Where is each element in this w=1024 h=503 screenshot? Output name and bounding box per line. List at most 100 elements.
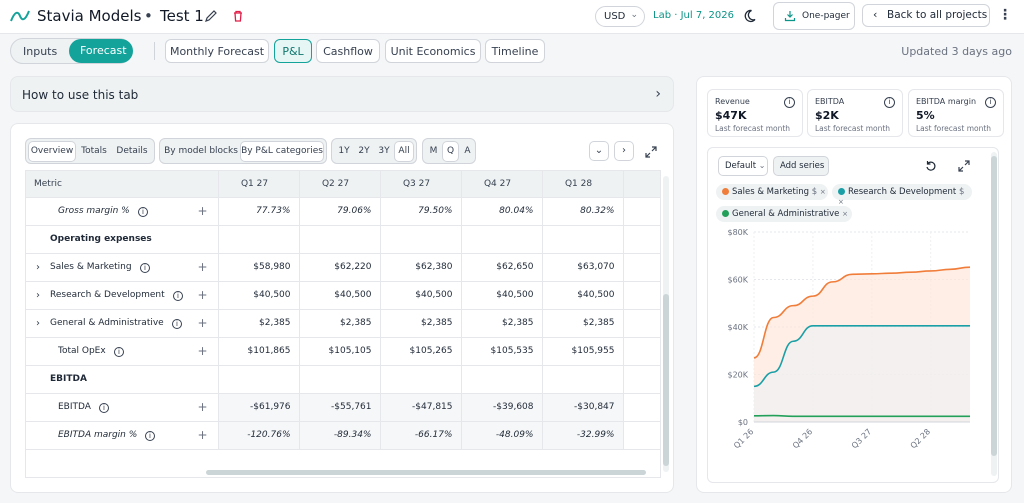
range-toggle: 1Y 2Y 3Y All <box>331 138 417 164</box>
remove-x-icon[interactable]: × <box>820 188 826 196</box>
view-details-button[interactable]: Details <box>113 142 151 161</box>
currency-select[interactable]: USD ⌄ <box>595 6 645 27</box>
add-row-plus-icon[interactable]: + <box>197 344 207 358</box>
info-icon[interactable]: i <box>172 318 182 329</box>
expand-row-chevron-icon[interactable]: › <box>36 290 40 301</box>
group-pnl-categories-button[interactable]: By P&L categories <box>241 142 323 161</box>
kpi-revenue: Revenue $47K Last forecast month i <box>707 89 803 137</box>
view-toggle: Overview Totals Details <box>25 138 155 164</box>
period-m-button[interactable]: M <box>426 142 441 161</box>
scroll-right-button[interactable]: › <box>614 141 634 161</box>
preset-value: Default <box>725 161 757 171</box>
period-a-button[interactable]: A <box>460 142 475 161</box>
chart-vertical-scrollbar[interactable] <box>991 152 997 476</box>
series-chip-sales-marketing[interactable]: Sales & Marketing $ × <box>716 184 828 200</box>
summary-card: Revenue $47K Last forecast month i EBITD… <box>696 76 1012 493</box>
expand-row-chevron-icon[interactable]: › <box>36 318 40 329</box>
reset-icon[interactable] <box>925 160 937 172</box>
range-3y-button[interactable]: 3Y <box>375 142 393 161</box>
add-row-plus-icon[interactable]: + <box>197 400 207 414</box>
metric-cell: EBITDA i + <box>26 393 219 422</box>
delete-trash-icon[interactable] <box>230 8 246 24</box>
view-overview-button[interactable]: Overview <box>29 142 75 161</box>
table-horizontal-scrollbar[interactable] <box>206 470 646 475</box>
series-chip-general-administrative[interactable]: General & Administrative × <box>716 206 852 222</box>
table-vertical-scrollbar[interactable] <box>663 176 669 472</box>
column-header: Q1 28 <box>542 171 624 198</box>
value-cell: $58,980 <box>218 253 300 282</box>
metric-cell: EBITDA margin % i + <box>26 421 219 450</box>
pnl-table: Metric Q1 27 Q2 27 Q3 27 Q4 27 Q1 28 Gro… <box>25 170 661 478</box>
scroll-thumb[interactable] <box>991 156 997 456</box>
chevron-right-icon: › <box>655 86 661 102</box>
expand-row-chevron-icon[interactable]: › <box>36 262 40 273</box>
tab-monthly-forecast[interactable]: Monthly Forecast <box>165 39 269 63</box>
how-to-accordion[interactable]: How to use this tab › <box>10 76 674 112</box>
table-row: › Sales & Marketing i + $58,980 $62,220 $62,38… <box>26 253 660 282</box>
add-row-plus-icon[interactable]: + <box>197 260 207 274</box>
value-cell: $105,265 <box>380 337 462 366</box>
info-icon[interactable]: i <box>138 206 148 217</box>
value-cell: $105,105 <box>299 337 381 366</box>
period-q-button[interactable]: Q <box>443 142 458 161</box>
series-chip-label: Research & Development <box>848 187 957 197</box>
column-header: Q1 27 <box>218 171 300 198</box>
view-totals-button[interactable]: Totals <box>77 142 111 161</box>
tab-cashflow[interactable]: Cashflow <box>316 39 380 63</box>
add-row-plus-icon[interactable]: + <box>197 428 207 442</box>
remove-x-icon[interactable]: × <box>838 198 844 206</box>
metric-label: Total OpEx <box>58 345 106 356</box>
tab-unit-economics[interactable]: Unit Economics <box>385 39 481 63</box>
add-series-button[interactable]: Add series <box>773 156 829 176</box>
preset-select[interactable]: Default ⌄ <box>718 156 768 176</box>
add-row-plus-icon[interactable]: + <box>197 288 207 302</box>
info-icon[interactable]: i <box>884 97 895 108</box>
info-icon[interactable]: i <box>140 262 150 273</box>
y-tick-label: $40K <box>727 323 748 332</box>
table-row: Total OpEx i + $101,865 $105,105 $105,265 $105… <box>26 337 660 366</box>
back-to-projects-button[interactable]: ‹ Back to all projects <box>862 4 990 27</box>
table-row: Gross margin % i +77.73% 79.06% 79.50% 80.04%… <box>26 197 660 226</box>
series-chip-research-development[interactable]: Research & Development $ × <box>832 184 972 206</box>
value-cell: -$61,976 <box>218 393 300 422</box>
tab-pnl[interactable]: P&L <box>274 39 312 63</box>
lab-date-label: Lab · Jul 7, 2026 <box>653 10 734 21</box>
more-options-icon[interactable]: ⋮ <box>998 7 1012 23</box>
series-color-dot <box>722 188 729 195</box>
expand-icon[interactable] <box>645 146 657 158</box>
info-icon[interactable]: i <box>99 402 109 413</box>
value-cell: -89.34% <box>299 421 381 450</box>
info-icon[interactable]: i <box>114 346 124 357</box>
add-row-plus-icon[interactable]: + <box>197 316 207 330</box>
info-icon[interactable]: i <box>784 97 795 108</box>
back-label: Back to all projects <box>887 9 988 21</box>
scroll-thumb[interactable] <box>663 294 669 466</box>
dark-mode-moon-icon[interactable] <box>744 8 760 24</box>
one-pager-button[interactable]: One-pager <box>773 2 855 30</box>
mode-forecast-button[interactable]: Forecast <box>69 39 133 63</box>
edit-pencil-icon[interactable] <box>203 8 219 24</box>
scroll-left-button[interactable]: ⌄ <box>589 141 609 161</box>
kpi-value: $2K <box>815 109 839 122</box>
remove-x-icon[interactable]: × <box>842 210 848 218</box>
metric-cell: EBITDA <box>26 365 219 394</box>
tab-timeline[interactable]: Timeline <box>485 39 545 63</box>
divider <box>154 42 155 60</box>
range-all-button[interactable]: All <box>395 142 413 161</box>
value-cell <box>380 225 462 254</box>
expand-icon[interactable] <box>958 160 970 172</box>
series-chip-unit: $ <box>958 187 965 197</box>
value-cell: 80.04% <box>461 197 543 226</box>
mode-inputs-button[interactable]: Inputs <box>23 45 57 58</box>
opex-area-chart: $80K $60K $40K $20K $0Q1 26 Q4 26 Q3 27 Q2 28 <box>727 228 971 450</box>
updated-timestamp: Updated 3 days ago <box>901 45 1012 58</box>
chevron-down-icon: ⌄ <box>758 161 766 170</box>
info-icon[interactable]: i <box>985 97 996 108</box>
y-tick-label: $0 <box>738 418 748 427</box>
group-model-blocks-button[interactable]: By model blocks <box>163 142 239 161</box>
info-icon[interactable]: i <box>173 290 183 301</box>
range-1y-button[interactable]: 1Y <box>335 142 353 161</box>
add-row-plus-icon[interactable]: + <box>197 204 207 218</box>
range-2y-button[interactable]: 2Y <box>355 142 373 161</box>
info-icon[interactable]: i <box>145 430 155 441</box>
